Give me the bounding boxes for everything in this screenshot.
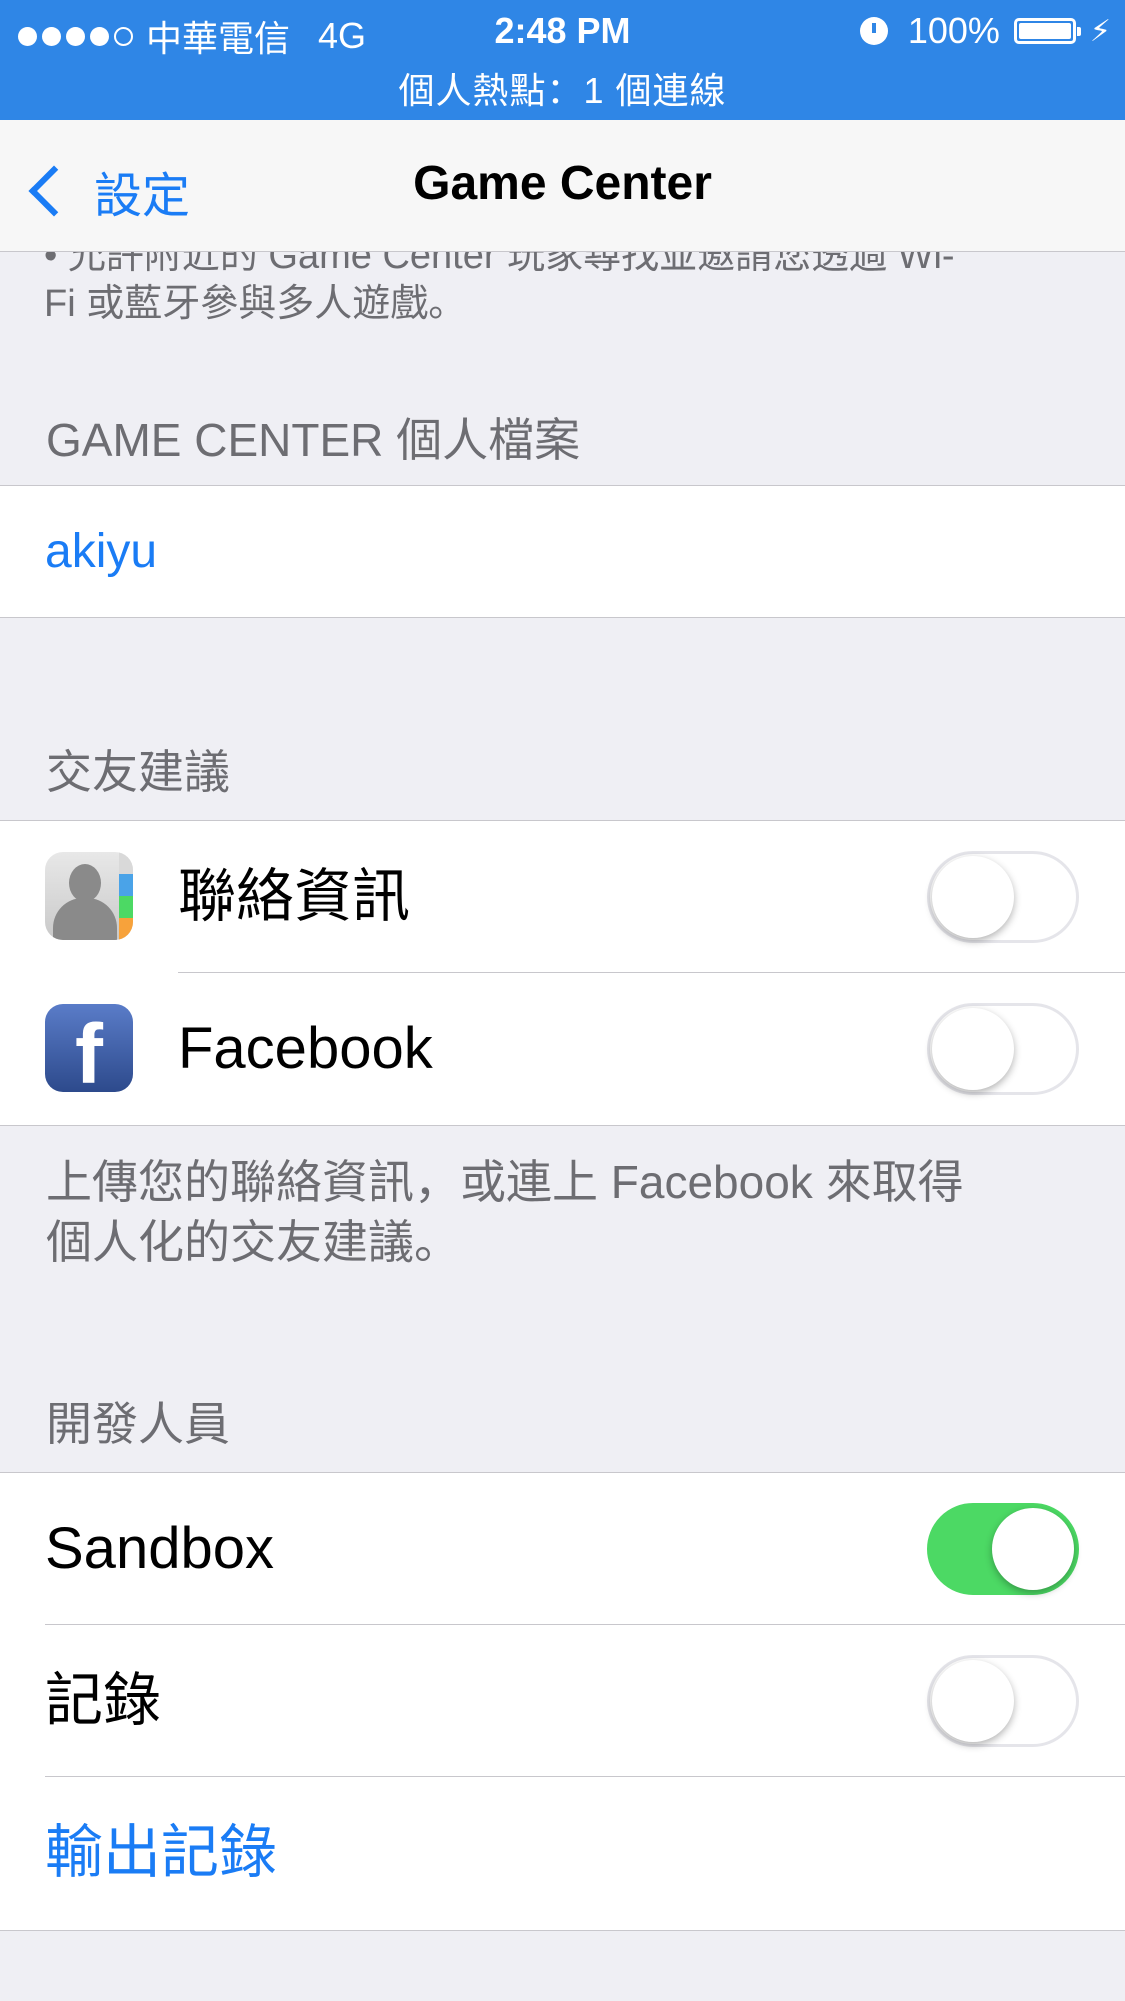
contacts-toggle[interactable] xyxy=(927,851,1079,943)
friends-footer-line2: 個人化的交友建議。 xyxy=(46,1216,460,1268)
contacts-icon xyxy=(45,852,133,940)
username-link[interactable]: akiyu xyxy=(45,486,157,617)
sandbox-label: Sandbox xyxy=(45,1516,274,1581)
battery-icon xyxy=(1013,18,1081,44)
navigation-bar-overlay: 設定 Game Center xyxy=(0,120,1125,252)
alarm-icon xyxy=(859,17,888,45)
status-right: 100% ⚡ xyxy=(859,10,1111,52)
battery-percent: 100% xyxy=(907,10,1000,51)
logging-row[interactable]: 記錄 xyxy=(0,1625,1125,1777)
charging-bolt-icon: ⚡ xyxy=(1089,14,1111,48)
profile-section-header: GAME CENTER 個人檔案 xyxy=(46,414,581,466)
facebook-label: Facebook xyxy=(178,1016,433,1081)
profile-row[interactable]: akiyu xyxy=(0,486,1125,617)
export-logs-row[interactable]: 輸出記錄 xyxy=(0,1777,1125,1929)
facebook-toggle[interactable] xyxy=(927,1003,1079,1095)
nearby-note-line2: Fi 或藍牙參與多人遊戲。 xyxy=(44,283,467,325)
friends-footer-note: 上傳您的聯絡資訊，或連上 Facebook 來取得 個人化的交友建議。 xyxy=(46,1152,1086,1272)
friends-group: 聯絡資訊 f Facebook xyxy=(0,820,1125,1126)
export-logs-button[interactable]: 輸出記錄 xyxy=(45,1777,277,1929)
contacts-label: 聯絡資訊 xyxy=(178,864,411,929)
sandbox-row[interactable]: Sandbox xyxy=(0,1473,1125,1625)
friends-section-header: 交友建議 xyxy=(46,746,230,798)
developer-group: Sandbox 記錄 輸出記錄 xyxy=(0,1472,1125,1931)
friends-footer-line1: 上傳您的聯絡資訊，或連上 Facebook 來取得 xyxy=(46,1156,964,1208)
profile-group: akiyu xyxy=(0,485,1125,618)
contacts-row[interactable]: 聯絡資訊 xyxy=(0,821,1125,973)
hotspot-banner[interactable]: 個人熱點：1 個連線 xyxy=(0,62,1125,114)
logging-label: 記錄 xyxy=(45,1668,162,1733)
developer-section-header: 開發人員 xyxy=(46,1398,230,1450)
logging-toggle[interactable] xyxy=(927,1655,1079,1747)
facebook-icon: f xyxy=(45,1004,133,1092)
status-bar: 中華電信 4G 2:48 PM 100% ⚡ 個人熱點：1 個連線 xyxy=(0,0,1125,120)
page-title: Game Center xyxy=(413,157,712,210)
facebook-row[interactable]: f Facebook xyxy=(0,973,1125,1125)
sandbox-toggle[interactable] xyxy=(927,1503,1079,1595)
